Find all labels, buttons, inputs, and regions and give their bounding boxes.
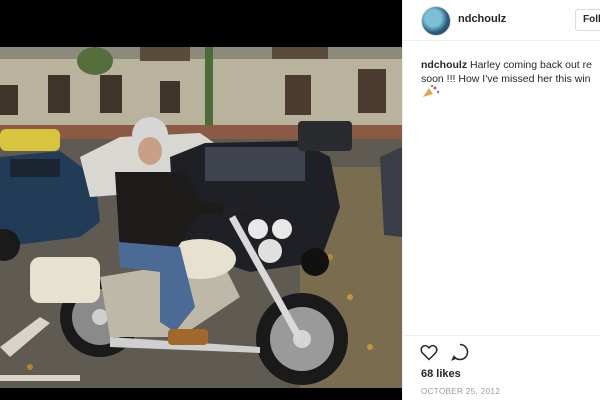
heart-icon[interactable] [419, 342, 439, 362]
post-caption: ndchoulz Harley coming back out re soon … [421, 58, 600, 86]
post-actions [419, 342, 479, 362]
divider [403, 335, 600, 336]
post-username[interactable]: ndchoulz [458, 13, 506, 25]
post-photo[interactable] [0, 47, 402, 388]
post-date: OCTOBER 25, 2012 [421, 387, 501, 396]
photo-viewer [0, 0, 402, 400]
caption-username[interactable]: ndchoulz [421, 59, 467, 71]
caption-text-1: Harley coming back out re [470, 59, 592, 71]
party-emoji-svg [423, 84, 440, 97]
avatar[interactable] [421, 6, 451, 36]
follow-button[interactable]: Follow [575, 9, 600, 31]
post-header: ndchoulz Follow [403, 0, 600, 41]
party-emoji-icon [421, 84, 441, 98]
heart-svg [420, 344, 438, 361]
caption-line-1: ndchoulz Harley coming back out re [421, 58, 600, 72]
motorcycle-photo [0, 47, 402, 388]
caption-text-2: soon !!! How I've missed her this win [421, 73, 591, 85]
comment-icon[interactable] [450, 342, 470, 362]
comment-svg [450, 343, 469, 361]
post-side-panel: ndchoulz Follow ndchoulz Harley coming b… [402, 0, 600, 400]
likes-count[interactable]: 68 likes [421, 368, 461, 380]
